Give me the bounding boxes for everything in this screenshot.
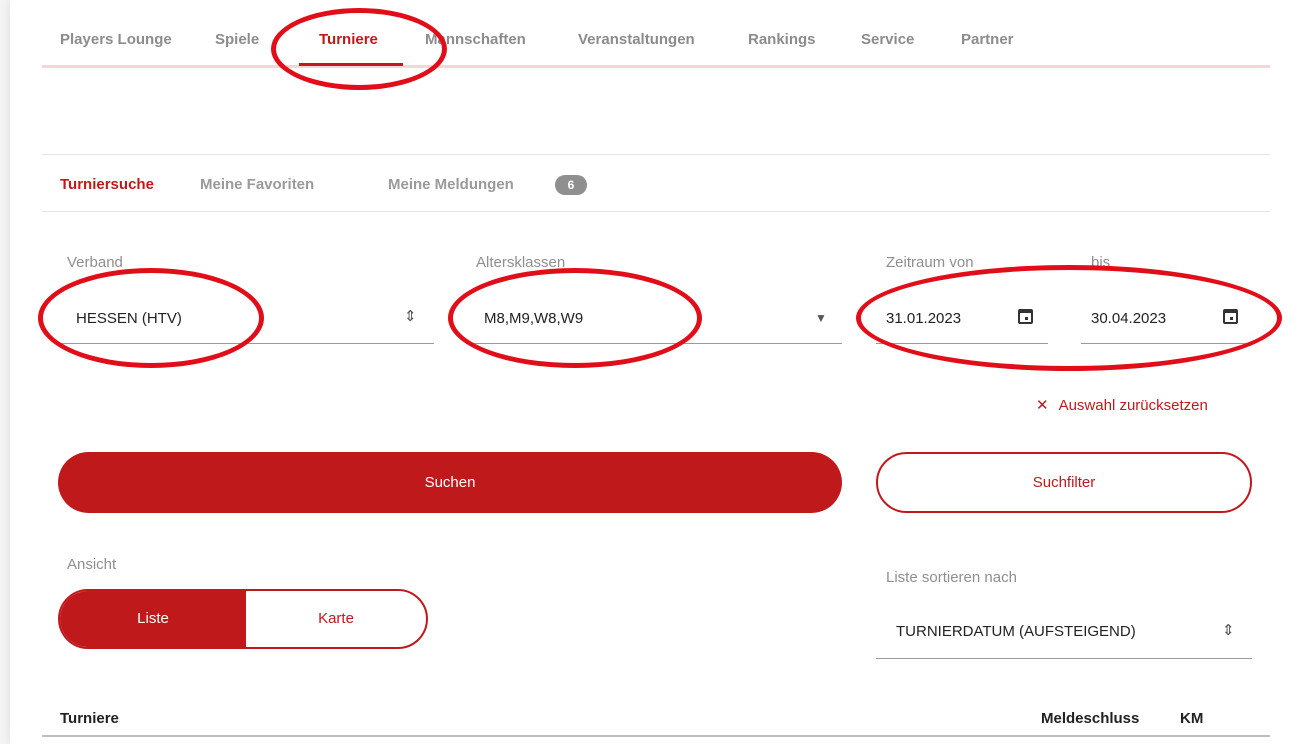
sort-arrows-icon: ⇕: [1222, 622, 1235, 639]
altersklassen-label: Altersklassen: [476, 254, 566, 271]
sub-navigation: Turniersuche Meine Favoriten Meine Meldu…: [42, 154, 1270, 212]
nav-item-partner[interactable]: Partner: [961, 31, 1014, 48]
search-button[interactable]: Suchen: [58, 452, 842, 513]
column-header-turniere: Turniere: [60, 710, 119, 727]
active-tab-indicator: [299, 63, 403, 66]
altersklassen-value: M8,M9,W8,W9: [484, 310, 584, 327]
tab-meine-favoriten[interactable]: Meine Favoriten: [200, 176, 314, 193]
nav-item-players-lounge[interactable]: Players Lounge: [60, 31, 172, 48]
column-header-meldeschluss[interactable]: Meldeschluss: [1041, 710, 1139, 727]
column-header-km[interactable]: KM: [1180, 710, 1203, 727]
zeitraum-von-label: Zeitraum von: [886, 254, 974, 271]
date-to-value: 30.04.2023: [1091, 310, 1167, 327]
date-from-input[interactable]: 31.01.2023: [876, 287, 1048, 344]
main-panel: Players Lounge Spiele Turniere Mannschaf…: [10, 0, 1303, 744]
view-option-karte[interactable]: Karte: [246, 591, 426, 647]
view-label: Ansicht: [67, 556, 117, 573]
verband-label: Verband: [67, 254, 123, 271]
tab-meine-meldungen[interactable]: Meine Meldungen: [388, 176, 514, 193]
calendar-icon[interactable]: [1018, 309, 1033, 324]
view-option-liste[interactable]: Liste: [60, 591, 246, 647]
sort-value: TURNIERDATUM (AUFSTEIGEND): [896, 623, 1136, 640]
sort-label: Liste sortieren nach: [886, 569, 1017, 586]
close-icon: ✕: [1036, 397, 1049, 414]
date-from-value: 31.01.2023: [886, 310, 962, 327]
calendar-icon[interactable]: [1223, 309, 1238, 324]
altersklassen-select[interactable]: M8,M9,W8,W9 ▼: [466, 287, 842, 344]
nav-item-spiele[interactable]: Spiele: [215, 31, 259, 48]
sort-select[interactable]: TURNIERDATUM (AUFSTEIGEND) ⇕: [876, 601, 1252, 659]
nav-item-service[interactable]: Service: [861, 31, 914, 48]
date-to-input[interactable]: 30.04.2023: [1081, 287, 1252, 344]
search-filter-button[interactable]: Suchfilter: [876, 452, 1252, 513]
verband-value: HESSEN (HTV): [76, 310, 182, 327]
verband-select[interactable]: HESSEN (HTV) ⇕: [58, 287, 434, 344]
reset-label: Auswahl zurücksetzen: [1058, 397, 1208, 414]
sort-arrows-icon: ⇕: [404, 308, 417, 325]
nav-item-veranstaltungen[interactable]: Veranstaltungen: [578, 31, 695, 48]
tab-turniersuche[interactable]: Turniersuche: [60, 176, 154, 193]
bis-label: bis: [1091, 254, 1111, 271]
caret-down-icon: ▼: [815, 311, 827, 325]
view-toggle: Liste Karte: [58, 589, 428, 649]
nav-item-rankings[interactable]: Rankings: [748, 31, 816, 48]
reset-selection-link[interactable]: ✕ Auswahl zurücksetzen: [1036, 396, 1208, 414]
nav-item-mannschaften[interactable]: Mannschaften: [425, 31, 526, 48]
meldungen-count-badge: 6: [555, 175, 587, 195]
nav-item-turniere[interactable]: Turniere: [319, 31, 378, 48]
list-header: Turniere Meldeschluss KM: [42, 700, 1270, 737]
top-navigation: Players Lounge Spiele Turniere Mannschaf…: [42, 0, 1270, 68]
